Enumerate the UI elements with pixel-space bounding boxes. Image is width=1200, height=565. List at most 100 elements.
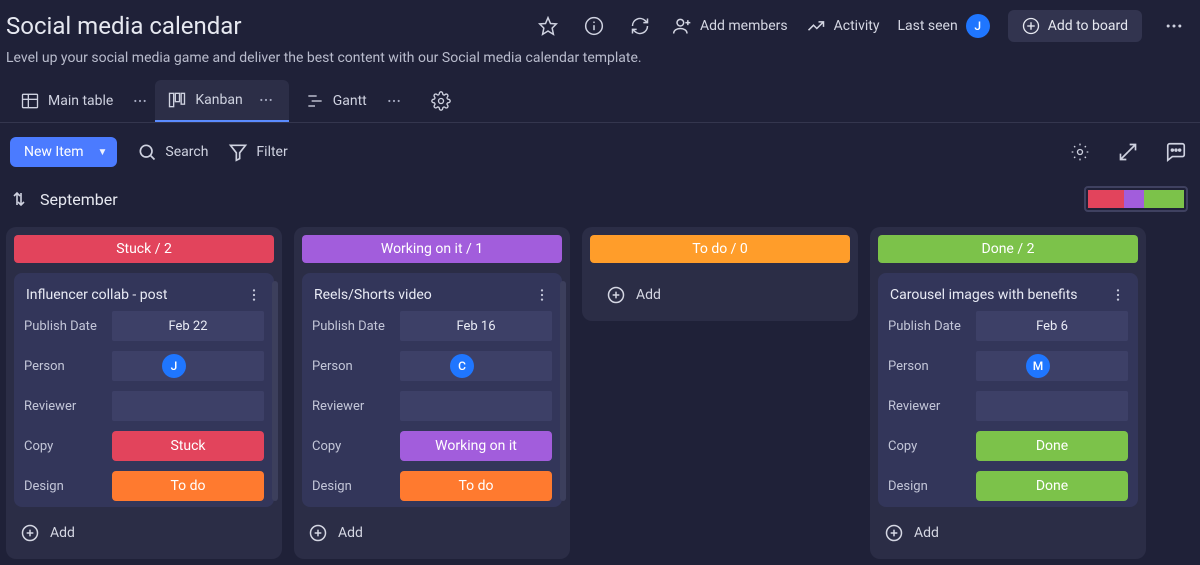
- add-card-button[interactable]: Add: [590, 273, 850, 317]
- new-item-button[interactable]: New Item ▼: [10, 137, 117, 167]
- copy-status[interactable]: Stuck: [112, 431, 264, 461]
- tab-kanban[interactable]: Kanban: [155, 80, 288, 122]
- field-label-copy: Copy: [24, 439, 104, 454]
- design-status[interactable]: To do: [400, 471, 552, 501]
- color-legend[interactable]: [1084, 186, 1188, 212]
- add-members-label: Add members: [700, 18, 788, 34]
- filter-label: Filter: [256, 144, 287, 160]
- design-status[interactable]: To do: [112, 471, 264, 501]
- last-seen-avatar: J: [966, 14, 990, 38]
- field-label-publish: Publish Date: [312, 319, 392, 334]
- person-value[interactable]: J: [112, 351, 264, 381]
- card-title: Carousel images with benefits: [890, 287, 1078, 303]
- kanban-card[interactable]: Carousel images with benefits Publish Dat…: [878, 273, 1138, 507]
- column-scrollbar[interactable]: [560, 281, 566, 501]
- filter-button[interactable]: Filter: [228, 142, 287, 162]
- new-item-label: New Item: [24, 144, 84, 160]
- field-label-person: Person: [888, 359, 968, 374]
- design-status[interactable]: Done: [976, 471, 1128, 501]
- card-more-icon[interactable]: [1110, 287, 1126, 303]
- add-card-button[interactable]: Add: [878, 515, 1138, 551]
- kanban-card[interactable]: Influencer collab - post Publish Date Feb …: [14, 273, 274, 507]
- tab-main-table-more-icon[interactable]: [129, 93, 151, 109]
- last-seen-label: Last seen: [897, 18, 957, 34]
- card-more-icon[interactable]: [534, 287, 550, 303]
- star-icon[interactable]: [534, 12, 562, 40]
- legend-working: [1124, 190, 1144, 208]
- tab-gantt-more-icon[interactable]: [383, 93, 405, 109]
- field-label-design: Design: [24, 479, 104, 494]
- page-title: Social media calendar: [6, 12, 242, 40]
- sort-icon[interactable]: [12, 185, 26, 213]
- kanban-card[interactable]: Reels/Shorts videoPublish DateFeb 16Pers…: [302, 273, 562, 507]
- expand-icon[interactable]: [1114, 138, 1142, 166]
- field-label-publish: Publish Date: [888, 319, 968, 334]
- add-card-button[interactable]: Add: [14, 515, 274, 551]
- person-avatar: J: [162, 354, 186, 378]
- chevron-down-icon[interactable]: ▼: [98, 147, 108, 158]
- copy-status[interactable]: Done: [976, 431, 1128, 461]
- publish-date-value[interactable]: Feb 6: [976, 311, 1128, 341]
- field-label-design: Design: [312, 479, 392, 494]
- field-label-reviewer: Reviewer: [24, 399, 104, 414]
- last-seen[interactable]: Last seen J: [897, 14, 989, 38]
- add-label: Add: [50, 525, 75, 541]
- refresh-icon[interactable]: [626, 12, 654, 40]
- tab-gantt-label: Gantt: [333, 93, 367, 109]
- add-to-board-label: Add to board: [1048, 18, 1128, 34]
- publish-date-value[interactable]: Feb 16: [400, 311, 552, 341]
- column-header[interactable]: To do / 0: [590, 235, 850, 263]
- search-button[interactable]: Search: [137, 142, 208, 162]
- add-label: Add: [914, 525, 939, 541]
- column-header[interactable]: Stuck / 2: [14, 235, 274, 263]
- activity-label: Activity: [834, 18, 880, 34]
- add-card-button[interactable]: Add: [302, 515, 562, 551]
- add-label: Add: [338, 525, 363, 541]
- column-scrollbar[interactable]: [272, 281, 278, 501]
- board-settings-icon[interactable]: [427, 87, 455, 115]
- view-settings-icon[interactable]: [1066, 138, 1094, 166]
- field-label-person: Person: [24, 359, 104, 374]
- search-label: Search: [165, 144, 208, 160]
- reviewer-value[interactable]: [976, 391, 1128, 421]
- kanban-column: Stuck / 2 Influencer collab - post Publish…: [6, 227, 282, 559]
- add-to-board-button[interactable]: Add to board: [1008, 10, 1142, 42]
- kanban-column: Done / 2 Carousel images with benefits Pub…: [870, 227, 1146, 559]
- field-label-design: Design: [888, 479, 968, 494]
- field-label-publish: Publish Date: [24, 319, 104, 334]
- kanban-column: To do / 0 Add: [582, 227, 858, 321]
- card-more-icon[interactable]: [246, 287, 262, 303]
- field-label-copy: Copy: [312, 439, 392, 454]
- tab-kanban-more-icon[interactable]: [255, 92, 277, 108]
- legend-stuck: [1088, 190, 1124, 208]
- info-icon[interactable]: [580, 12, 608, 40]
- field-label-copy: Copy: [888, 439, 968, 454]
- column-header[interactable]: Done / 2: [878, 235, 1138, 263]
- publish-date-value[interactable]: Feb 22: [112, 311, 264, 341]
- person-value[interactable]: M: [976, 351, 1128, 381]
- tab-kanban-label: Kanban: [195, 92, 242, 108]
- reviewer-value[interactable]: [112, 391, 264, 421]
- reviewer-value[interactable]: [400, 391, 552, 421]
- legend-done: [1144, 190, 1184, 208]
- tab-gantt[interactable]: Gantt: [293, 81, 379, 121]
- comment-icon[interactable]: [1162, 138, 1190, 166]
- person-avatar: M: [1026, 354, 1050, 378]
- card-title: Influencer collab - post: [26, 287, 167, 303]
- field-label-reviewer: Reviewer: [888, 399, 968, 414]
- add-label: Add: [636, 287, 661, 303]
- tab-main-table-label: Main table: [48, 93, 113, 109]
- person-value[interactable]: C: [400, 351, 552, 381]
- tab-main-table[interactable]: Main table: [8, 81, 125, 121]
- person-avatar: C: [450, 354, 474, 378]
- card-title: Reels/Shorts video: [314, 287, 432, 303]
- page-subtitle: Level up your social media game and deli…: [0, 48, 1200, 76]
- kanban-column: Working on it / 1 Reels/Shorts video Publi…: [294, 227, 570, 559]
- activity-button[interactable]: Activity: [806, 16, 880, 36]
- field-label-reviewer: Reviewer: [312, 399, 392, 414]
- add-members-button[interactable]: Add members: [672, 16, 788, 36]
- more-icon[interactable]: [1160, 12, 1188, 40]
- column-header[interactable]: Working on it / 1: [302, 235, 562, 263]
- copy-status[interactable]: Working on it: [400, 431, 552, 461]
- month-label: September: [40, 190, 118, 209]
